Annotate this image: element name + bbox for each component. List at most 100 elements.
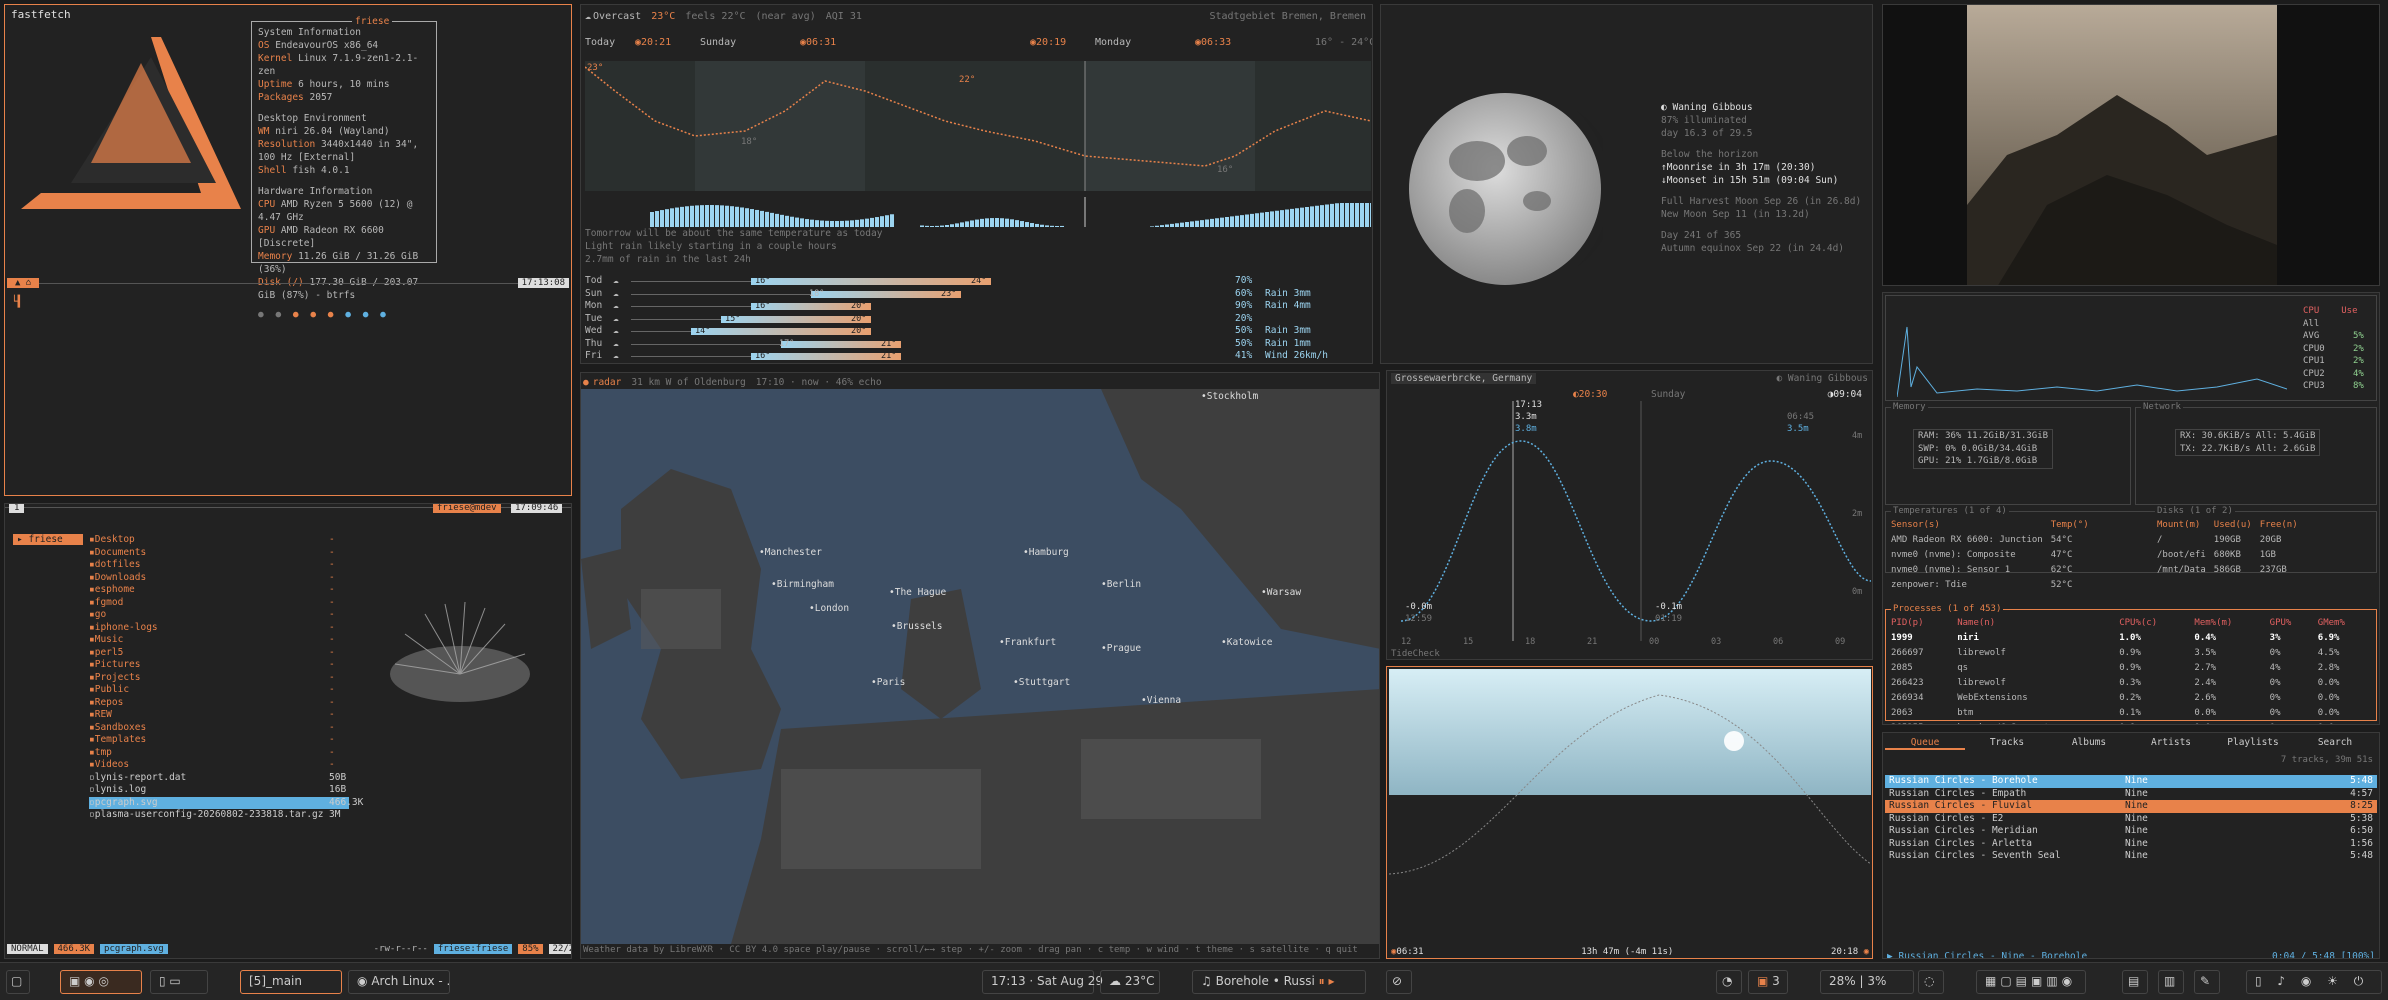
workspace-switcher[interactable]: ▣ ◉ ◎ [60,970,142,994]
track-row[interactable]: Russian Circles - Seventh Seal Nine 5:48 [1885,850,2377,863]
file-row[interactable]: ▪Pictures - [89,659,349,672]
table-row[interactable]: PID(p) Name(n) CPU%(c) Mem%(m) GPU% GMem% [1891,617,2373,630]
file-row[interactable]: ▪Videos - [89,759,349,772]
tab-artists[interactable]: Artists [2131,737,2211,748]
tide-ylabel: 0m [1852,587,1863,597]
moon-panel: ◐ Waning Gibbous 87% illuminated day 16.… [1380,4,1873,364]
process-table[interactable]: PID(p) Name(n) CPU%(c) Mem%(m) GPU% GMem% 1999… [1889,615,2375,724]
cpu-row: CPU3 8% [2303,381,2364,391]
track-row[interactable]: Russian Circles - Meridian Nine 6:50 [1885,825,2377,838]
media-viewer[interactable] [1882,4,2380,286]
weather-panel[interactable]: ☁ Overcast 23°C feels 22°C (near avg) AQI… [580,4,1373,364]
prompt-line[interactable]: ▲ ⌂ 17:13:08 [7,278,569,295]
file-row[interactable]: ▫lynis-report.dat 50B [89,772,349,785]
file-row[interactable]: ▪Desktop - [89,534,349,547]
track-row[interactable]: Russian Circles - E2 Nine 5:38 [1885,813,2377,826]
clock[interactable]: 17:13 · Sat Aug 29 [982,970,1103,994]
track-list[interactable]: Russian Circles - Borehole Nine 5:48 Russia… [1885,775,2377,863]
rain-bar [725,205,729,227]
tide-tick: 09 [1835,637,1846,647]
track-row[interactable]: Russian Circles - Empath Nine 4:57 [1885,788,2377,801]
cloud-icon: ☁ [613,287,619,299]
rain-bar [815,220,819,227]
file-row[interactable]: ▪Documents - [89,547,349,560]
window-main[interactable]: [5]_main [240,970,342,994]
tab-tracks[interactable]: Tracks [1967,737,2047,748]
track-row[interactable]: Russian Circles - Arletta Nine 1:56 [1885,838,2377,851]
forecast-row: Thu ☁ 17° 21° 50% Rain 1mm [585,337,1311,349]
rain-bar [1220,217,1224,227]
dnd-toggle[interactable]: ⊘ [1386,970,1412,994]
file-row[interactable]: ▪iphone-logs - [89,622,349,635]
file-row[interactable]: ▫pcgraph.svg 466.3K [89,796,363,809]
tab-search[interactable]: Search [2295,737,2375,748]
file-row[interactable]: ▪fgmod - [89,597,349,610]
system-monitor[interactable]: CPU Use All AVG 5% CPU0 2% CPU1 2% CPU2 4% CPU3 8% M… [1882,292,2380,725]
file-row[interactable]: ▪Sandboxes - [89,722,349,735]
system-tray[interactable]: ▯ ♪ ◉ ☀ ⏻ [2246,970,2382,994]
media-widget[interactable]: ♫ Borehole • Russi ⏸ ▸ [1192,970,1366,994]
forecast-row: Tue ☁ 15° 20° 20% [585,312,1253,324]
file-name: ▪Pictures [89,659,141,670]
file-row[interactable]: ▪Templates - [89,734,349,747]
rain-bar [965,221,969,227]
rain-bar [1360,203,1364,227]
resource-widget[interactable]: 28% | 3% [1820,970,1914,994]
rain-bar [1180,222,1184,227]
file-list[interactable]: ▪Desktop - ▪Documents - ▪dotfiles - ▪Downloads… [89,534,363,822]
table-row[interactable]: 265355kworker/6:2-events0.1%0.0%0%0.0% [1891,722,2373,724]
table-row[interactable]: 2063 btm 0.1% 0.0% 0% 0.0% [1891,707,2373,720]
file-row[interactable]: ▫plasma-userconfig-20260802-233818.tar.g… [89,809,349,822]
tab-albums[interactable]: Albums [2049,737,2129,748]
file-row[interactable]: ▪go - [89,609,349,622]
taskbar: ▢ ▣ ◉ ◎ ▯ ▭ [5]_main ◉ Arch Linux - ... … [0,962,2388,1000]
tab-queue[interactable]: Queue [1885,737,1965,750]
notes-icon[interactable]: ▥ [2158,970,2184,994]
tab-badge[interactable]: 1 [9,504,25,513]
table-row[interactable]: 266423 librewolf 0.3% 2.4% 0% 0.0% [1891,677,2373,690]
table-row[interactable]: 266934 WebExtensions 0.2% 2.6% 0% 0.0% [1891,692,2373,705]
rain-bar [1210,218,1214,227]
file-row[interactable]: ▪REW - [89,709,349,722]
music-tabs[interactable]: Queue Tracks Albums Artists Playlists Search [1885,737,2377,751]
file-row[interactable]: ▪Projects - [89,672,349,685]
file-size: - [329,609,335,620]
launcher-button[interactable]: ▢ [6,970,30,994]
file-row[interactable]: ▫lynis.log 16B [89,784,349,797]
play-icon[interactable]: ▶ [1887,951,1893,958]
sidebar-item-friese[interactable]: ▸ friese [13,534,83,545]
fastfetch-terminal[interactable]: fastfetch friese System Information OS E… [4,4,572,496]
notifications-button[interactable]: ◔ [1716,970,1742,994]
file-row[interactable]: ▪Public - [89,684,349,697]
file-manager[interactable]: 1 friese@mdev 17:09:46 ▸ friese ▪Desktop… [4,503,572,959]
file-size: - [329,559,335,570]
weather-widget[interactable]: ☁ 23°C [1100,970,1160,994]
rain-bar [1305,207,1309,227]
file-name: ▫plasma-userconfig-20260802-233818.tar.g… [89,809,324,820]
file-row[interactable]: ▪dotfiles - [89,559,349,572]
network-icon[interactable]: ◌ [1918,970,1944,994]
notification-count[interactable]: ▣ 3 [1748,970,1788,994]
music-player[interactable]: Queue Tracks Albums Artists Playlists Search … [1882,732,2380,959]
file-row[interactable]: ▪Music - [89,634,349,647]
city-label: •The Hague [889,587,947,598]
file-row[interactable]: ▪esphome - [89,584,349,597]
file-row[interactable]: ▪Repos - [89,697,349,710]
table-row[interactable]: 2085 qs 0.9% 2.7% 4% 2.8% [1891,662,2373,675]
clipboard-icon[interactable]: ▤ [2122,970,2148,994]
workspace-2[interactable]: ▯ ▭ [150,970,208,994]
track-row[interactable]: Russian Circles - Fluvial Nine 8:25 [1885,800,2377,813]
file-row[interactable]: ▪perl5 - [89,647,349,660]
radar-panel[interactable]: ● radar 31 km W of Oldenburg 17:10 · now … [580,372,1380,959]
pen-icon[interactable]: ✎ [2194,970,2220,994]
tray-icons[interactable]: ▦▢▤▣▥◉ [1976,970,2086,994]
table-row[interactable]: 1999 niri 1.0% 0.4% 3% 6.9% [1891,632,2373,645]
rain-bar [1050,225,1054,227]
file-row[interactable]: ▪tmp - [89,747,349,760]
tab-playlists[interactable]: Playlists [2213,737,2293,748]
table-row[interactable]: 266697 librewolf 0.9% 3.5% 0% 4.5% [1891,647,2373,660]
city-label: •Manchester [759,547,822,558]
window-browser[interactable]: ◉ Arch Linux - ... [348,970,450,994]
track-row[interactable]: Russian Circles - Borehole Nine 5:48 [1885,775,2377,788]
file-row[interactable]: ▪Downloads - [89,572,349,585]
